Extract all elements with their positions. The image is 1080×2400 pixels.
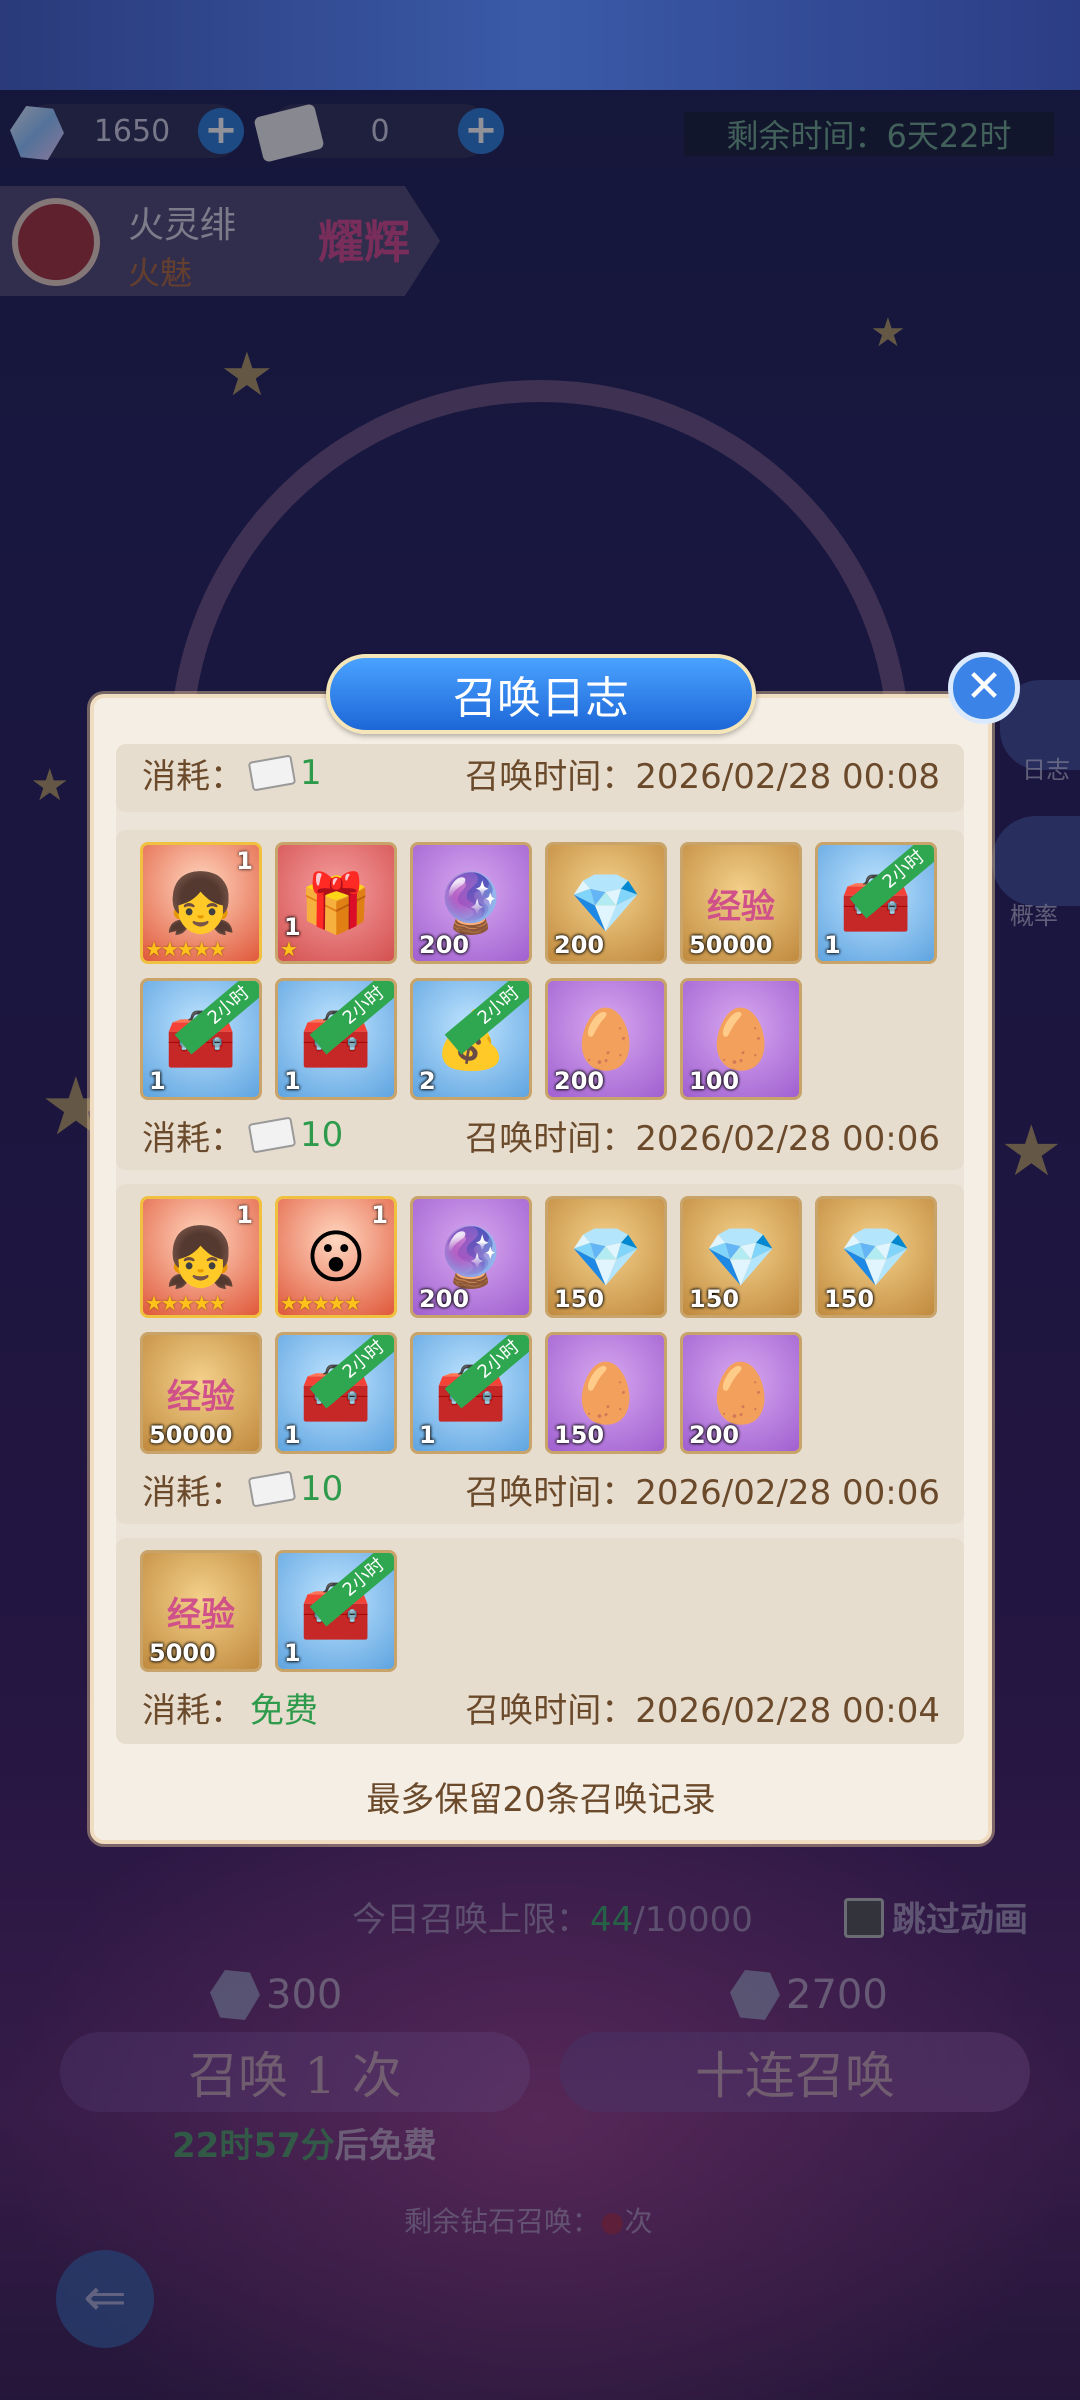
gold-chest-item[interactable]: 💰2小时2 — [410, 978, 532, 1100]
ticket-icon — [247, 754, 297, 792]
record-cost: 消耗： 10 — [142, 1115, 344, 1159]
hero-card[interactable]: 😮 1 ★★★★★ — [275, 1196, 397, 1318]
exp-item[interactable]: 经验 50000 — [140, 1332, 262, 1454]
record-time: 召唤时间：2026/02/28 00:06 — [465, 1118, 940, 1159]
record-time: 召唤时间：2026/02/28 00:04 — [465, 1690, 940, 1731]
chest-item[interactable]: 🧰2小时1 — [275, 1550, 397, 1672]
top-banner — [0, 0, 1080, 90]
summon-record-list[interactable]: 消耗： 1 召唤时间：2026/02/28 00:08 👧 1 ★★★★★ 🎁 1 ★ 🔮… — [116, 744, 964, 1744]
exp-item[interactable]: 经验 5000 — [140, 1550, 262, 1672]
record-time: 召唤时间：2026/02/28 00:08 — [465, 756, 940, 797]
record-cost: 消耗： 1 — [142, 753, 322, 797]
summon-record: 经验5000 🧰2小时1 消耗：免费 召唤时间：2026/02/28 00:04 — [116, 1538, 964, 1744]
summon-record: 👧 1 ★★★★★ 😮 1 ★★★★★ 🔮 200 💎 150 💎 150 💎 150 经验 50… — [116, 1184, 964, 1524]
diamond-item[interactable]: 💎 150 — [680, 1196, 802, 1318]
record-limit-note: 最多保留20条召唤记录 — [366, 1780, 716, 1820]
diamond-item[interactable]: 💎 150 — [815, 1196, 937, 1318]
record-cost: 消耗： 10 — [142, 1469, 344, 1513]
diamond-item[interactable]: 💎 200 — [545, 842, 667, 964]
summon-record: 👧1★★★★★ 🎁1★ 🔮200 💎200 经验50000 🧰2小时1 🧰2小时… — [116, 830, 964, 1170]
egg-item[interactable]: 🥚 200 — [545, 978, 667, 1100]
exp-item[interactable]: 经验 50000 — [680, 842, 802, 964]
hero-card[interactable]: 👧 1 ★★★★★ — [140, 842, 262, 964]
chest-item[interactable]: 🧰2小时1 — [410, 1332, 532, 1454]
hero-card[interactable]: 👧 1 ★★★★★ — [140, 1196, 262, 1318]
crystal-orb-item[interactable]: 🔮 200 — [410, 842, 532, 964]
summon-record: 消耗： 1 召唤时间：2026/02/28 00:08 — [116, 744, 964, 812]
mystery-box-item[interactable]: 🎁 1 ★ — [275, 842, 397, 964]
ticket-icon — [247, 1116, 297, 1154]
ticket-icon — [247, 1470, 297, 1508]
egg-item[interactable]: 🥚 100 — [680, 978, 802, 1100]
record-cost: 消耗： 免费 — [142, 1690, 318, 1731]
chest-item[interactable]: 🧰2小时1 — [140, 978, 262, 1100]
egg-item[interactable]: 🥚 200 — [680, 1332, 802, 1454]
record-time: 召唤时间：2026/02/28 00:06 — [465, 1472, 940, 1513]
chest-item[interactable]: 🧰2小时1 — [275, 1332, 397, 1454]
close-dialog-button[interactable]: ✕ — [948, 652, 1020, 724]
crystal-orb-item[interactable]: 🔮 200 — [410, 1196, 532, 1318]
egg-item[interactable]: 🥚 150 — [545, 1332, 667, 1454]
chest-item[interactable]: 🧰2小时1 — [275, 978, 397, 1100]
chest-item[interactable]: 🧰2小时1 — [815, 842, 937, 964]
dialog-title: 召唤日志 — [326, 654, 756, 734]
diamond-item[interactable]: 💎 150 — [545, 1196, 667, 1318]
